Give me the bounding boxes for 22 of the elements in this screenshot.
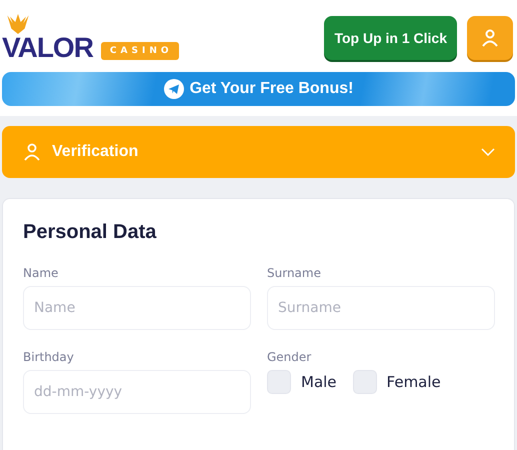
input-field[interactable]: dd-mm-yyyy bbox=[23, 370, 251, 414]
field-label: Surname bbox=[267, 266, 322, 280]
verification-header[interactable]: Verification bbox=[2, 126, 515, 178]
logo-wordmark: VALOR bbox=[2, 34, 93, 62]
section-title: Personal Data bbox=[23, 221, 158, 244]
chevron-icon bbox=[481, 148, 495, 156]
logo-tag: CASINO bbox=[100, 42, 179, 60]
profile-button[interactable] bbox=[467, 16, 513, 60]
field-label: Birthday bbox=[23, 350, 75, 364]
user-icon bbox=[480, 28, 500, 48]
top-up-button[interactable]: Top Up in 1 Click bbox=[324, 16, 457, 60]
field-label: Gender bbox=[267, 350, 312, 364]
field-label: Name bbox=[23, 266, 60, 280]
input-field[interactable]: Surname bbox=[267, 286, 495, 330]
option-label: Male bbox=[301, 373, 337, 391]
option-label: Female bbox=[386, 373, 441, 391]
checkbox[interactable] bbox=[267, 370, 291, 394]
checkbox[interactable] bbox=[352, 370, 377, 394]
telegram-icon bbox=[164, 79, 184, 99]
bonus-banner[interactable]: Get Your Free Bonus! bbox=[2, 72, 515, 106]
user-icon bbox=[22, 142, 42, 162]
input-field[interactable]: Name bbox=[23, 286, 251, 330]
